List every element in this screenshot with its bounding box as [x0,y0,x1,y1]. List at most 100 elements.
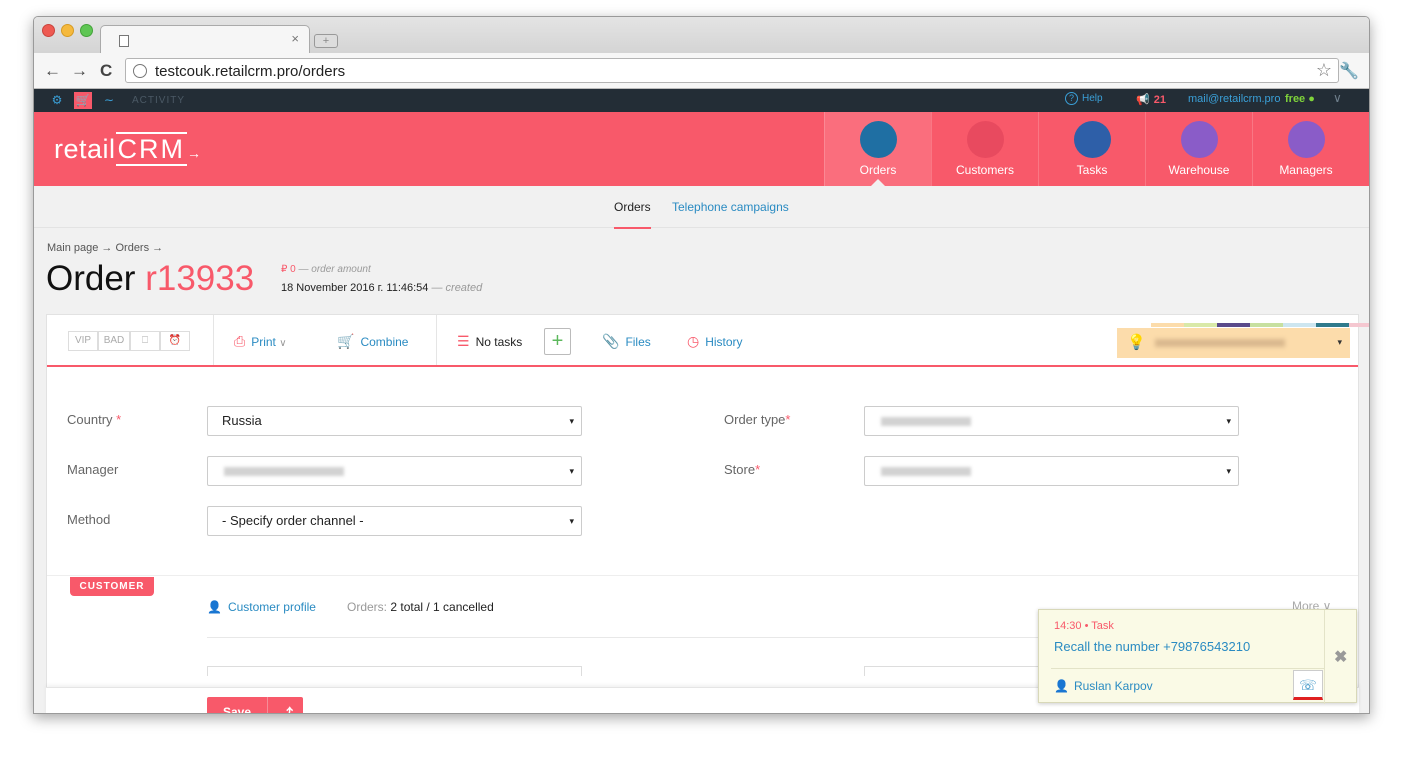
reload-button[interactable]: C [100,61,112,81]
browser-window: × + ← → C testcouk.retailcrm.pro/orders … [33,16,1370,714]
combine-icon: 🛒 [337,333,355,349]
store-select[interactable]: ▾ [864,456,1239,486]
menu-managers[interactable]: Managers [1252,112,1359,186]
notifications-counter[interactable]: 📢 21 [1136,93,1166,106]
sub-navigation: Orders Telephone campaigns [34,186,1369,229]
back-button[interactable]: ← [44,61,61,81]
notification-person[interactable]: 👤 Ruslan Karpov [1054,679,1153,693]
menu-orders[interactable]: Orders [824,112,931,186]
bad-tag[interactable]: BAD [98,331,130,351]
notification-text[interactable]: Recall the number +79876543210 [1054,639,1250,654]
files-button[interactable]: 📎 Files [602,331,651,352]
customer-section-badge: CUSTOMER [70,577,154,596]
phone-call-icon[interactable]: ☏ [1293,670,1323,700]
menu-warehouse[interactable]: Warehouse [1145,112,1252,186]
customers-icon [967,121,1004,158]
menu-tasks[interactable]: Tasks [1038,112,1145,186]
main-menu: Orders Customers Tasks Warehouse Manager… [824,112,1359,186]
manager-label: Manager [67,462,119,477]
orders-icon [860,121,897,158]
close-icon[interactable]: ✖ [1334,647,1347,667]
user-icon: 👤 [207,600,222,614]
forward-button[interactable]: → [71,61,88,81]
warehouse-icon [1181,121,1218,158]
method-select[interactable]: - Specify order channel - ▾ [207,506,582,536]
notification-count: 21 [1153,94,1166,106]
alarm-icon[interactable]: ⏰ [160,331,190,351]
flag-icon[interactable]: ⎕ [130,331,160,351]
save-and-exit-icon[interactable]: ⤴ [280,703,293,713]
help-link[interactable]: ? Help [1065,92,1103,105]
tab-close-icon[interactable]: × [291,31,299,46]
tab-bar: × + [34,17,1369,53]
order-type-label: Order type* [724,412,791,427]
status-color-palette[interactable] [1151,323,1369,327]
vip-tag[interactable]: VIP [68,331,98,351]
store-label: Store* [724,462,761,477]
document-icon [119,35,129,47]
bookmark-star-icon[interactable]: ☆ [1316,60,1332,81]
app-header: retailCRM → Orders Customers Tasks Wareho… [34,112,1369,186]
status-color-swatch[interactable] [1184,323,1217,327]
status-color-swatch[interactable] [1349,323,1369,327]
status-color-swatch[interactable] [1283,323,1316,327]
combine-button[interactable]: 🛒 Combine [337,331,408,352]
section-divider [47,575,1358,576]
page-title: Order r13933 [46,259,255,298]
retailcrm-logo[interactable]: retailCRM → [54,132,202,166]
country-select[interactable]: Russia ▾ [207,406,582,436]
user-icon: 👤 [1054,679,1069,693]
print-icon: ⎙ [234,333,246,349]
stats-icon[interactable]: ∼ [100,92,118,109]
new-tab-button[interactable]: + [314,34,338,48]
tasks-icon [1074,121,1111,158]
clock-icon: ◷ [687,333,700,349]
plan-status: free ● [1285,93,1315,105]
url-text: testcouk.retailcrm.pro/orders [155,63,346,80]
breadcrumb[interactable]: Main page → Orders → [47,242,163,254]
activity-link[interactable]: ACTIVITY [132,95,185,106]
blurred-manager-name [1155,339,1285,347]
subnav-telephone-campaigns[interactable]: Telephone campaigns [672,200,789,214]
customer-profile-link[interactable]: 👤 Customer profile [207,600,316,614]
zoom-window-button[interactable] [80,24,93,37]
tasks-status[interactable]: ☰ No tasks [457,331,522,352]
megaphone-icon: 📢 [1136,94,1150,106]
help-icon: ? [1065,92,1078,105]
task-notification: 14:30 • Task Recall the number +79876543… [1038,609,1357,704]
customer-field-placeholder[interactable] [207,666,582,676]
method-label: Method [67,512,111,527]
cart-icon[interactable]: 🛒 [74,92,92,109]
user-email[interactable]: mail@retailcrm.pro [1188,93,1280,105]
print-button[interactable]: ⎙ Print ∨ [234,331,287,354]
menu-customers[interactable]: Customers [931,112,1038,186]
minimize-window-button[interactable] [61,24,74,37]
close-window-button[interactable] [42,24,55,37]
top-strip: ⚙ 🛒 ∼ ACTIVITY ? Help 📢 21 mail@retailcrm.… [34,89,1369,112]
status-color-swatch[interactable] [1217,323,1250,327]
page: ⚙ 🛒 ∼ ACTIVITY ? Help 📢 21 mail@retailcrm.… [34,89,1369,713]
add-task-button[interactable]: + [544,328,571,355]
order-toolbar: VIP BAD ⎕ ⏰ ⎙ Print ∨ 🛒 Combine ☰ No tasks … [47,315,1369,367]
subnav-orders[interactable]: Orders [614,200,651,229]
history-button[interactable]: ◷ History [687,331,743,352]
status-color-swatch[interactable] [1250,323,1283,327]
wrench-icon[interactable]: 🔧 [1339,61,1359,81]
status-color-swatch[interactable] [1151,323,1184,327]
paperclip-icon: 📎 [602,333,620,349]
customer-field-placeholder[interactable] [864,666,1064,676]
manager-select[interactable]: ▾ [207,456,582,486]
order-type-select[interactable]: ▾ [864,406,1239,436]
save-button[interactable]: Save ⤴ [207,697,303,713]
settings-icon[interactable]: ⚙ [48,92,66,109]
browser-tab[interactable]: × [100,25,310,53]
customer-orders-summary: Orders: 2 total / 1 cancelled [347,600,494,614]
status-color-swatch[interactable] [1316,323,1349,327]
address-bar: ← → C testcouk.retailcrm.pro/orders ☆ 🔧 [34,53,1369,89]
chevron-down-icon[interactable]: ∨ [1333,91,1342,105]
manager-status-select[interactable]: 💡 ▾ [1117,328,1350,358]
help-label: Help [1082,93,1103,104]
order-amount: ₽ 0 — order amount [281,264,371,275]
globe-icon [133,64,147,78]
url-field[interactable]: testcouk.retailcrm.pro/orders ☆ [125,58,1339,83]
